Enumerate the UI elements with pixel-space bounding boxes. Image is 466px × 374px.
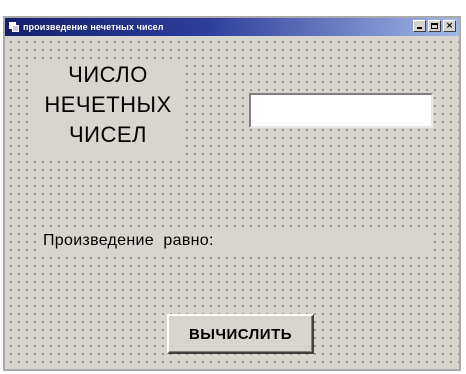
odd-count-input[interactable] bbox=[249, 93, 433, 128]
app-icon[interactable] bbox=[9, 22, 19, 32]
odd-count-label-line-3: ЧИСЕЛ bbox=[69, 122, 147, 147]
title-bar[interactable]: произведение нечетных чисел × bbox=[5, 18, 459, 36]
minimize-icon bbox=[417, 27, 422, 29]
minimize-button[interactable] bbox=[413, 20, 426, 32]
product-result-label: Произведение равно: bbox=[40, 228, 430, 254]
maximize-icon bbox=[431, 23, 438, 29]
calculate-button[interactable]: ВЫЧИСЛИТЬ bbox=[167, 314, 314, 354]
odd-count-label-line-2: НЕЧЕТНЫХ bbox=[44, 92, 172, 117]
close-button[interactable]: × bbox=[443, 20, 456, 32]
odd-count-label: ЧИСЛО НЕЧЕТНЫХ ЧИСЕЛ bbox=[33, 60, 183, 155]
window-title: произведение нечетных чисел bbox=[23, 22, 164, 32]
maximize-button[interactable] bbox=[428, 20, 441, 32]
odd-count-label-line-1: ЧИСЛО bbox=[68, 62, 148, 87]
close-icon: × bbox=[445, 21, 454, 31]
window-controls: × bbox=[413, 20, 456, 32]
